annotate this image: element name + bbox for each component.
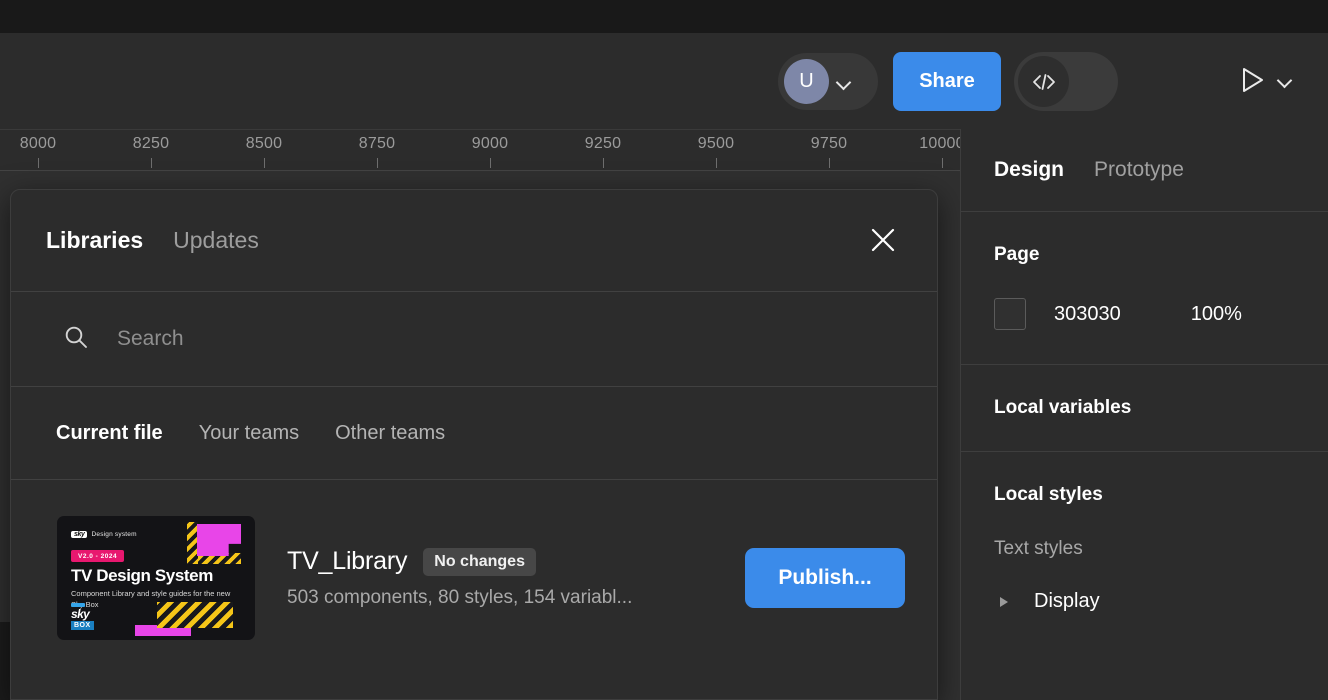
local-styles-section: Local styles Text styles Display xyxy=(961,452,1328,645)
search-icon xyxy=(63,324,89,355)
tab-prototype[interactable]: Prototype xyxy=(1094,158,1184,182)
ruler-tick-label: 9750 xyxy=(810,135,848,152)
tab-other-teams[interactable]: Other teams xyxy=(335,422,445,445)
decor-stripe-block xyxy=(157,602,233,628)
play-triangle-icon[interactable] xyxy=(1240,66,1266,94)
library-name: TV_Library xyxy=(287,547,408,575)
ruler-tick-mark xyxy=(829,158,830,168)
caret-right-icon[interactable] xyxy=(1000,596,1008,607)
share-button[interactable]: Share xyxy=(893,52,1001,111)
horizontal-ruler: 8000 8250 8500 8750 9000 9250 9500 9750 … xyxy=(0,129,965,171)
page-section: Page 303030 100% xyxy=(961,212,1328,365)
code-brackets-icon[interactable] xyxy=(1018,56,1069,107)
ruler-tick-label: 9000 xyxy=(471,135,509,152)
local-styles-title: Local styles xyxy=(994,484,1103,505)
ruler-tick-mark xyxy=(490,158,491,168)
search-input[interactable] xyxy=(117,327,817,351)
text-style-label: Display xyxy=(1034,590,1100,612)
figma-window: 8000 8250 8500 8750 9000 9250 9500 9750 … xyxy=(0,0,1328,700)
ruler-tick-label: 8500 xyxy=(245,135,283,152)
ruler-tick-label: 8750 xyxy=(358,135,396,152)
ruler-tick-mark xyxy=(603,158,604,168)
tab-current-file[interactable]: Current file xyxy=(56,422,163,445)
skybox-brand-sub: BOX xyxy=(71,620,94,630)
decor-stripe-vertical xyxy=(187,522,198,564)
ruler-tick-mark xyxy=(151,158,152,168)
sidebar-tab-list: Design Prototype xyxy=(961,129,1328,211)
sky-logo: sky xyxy=(71,531,88,538)
sidebar-tab-section: Design Prototype xyxy=(961,129,1328,212)
thumbnail-version-badge: V2.0 - 2024 xyxy=(71,550,125,562)
page-background-row[interactable]: 303030 100% xyxy=(994,298,1295,330)
avatar[interactable]: U xyxy=(784,59,829,104)
decor-magenta-shape xyxy=(197,524,241,556)
ruler-tick-mark xyxy=(38,158,39,168)
tab-updates[interactable]: Updates xyxy=(173,227,259,254)
ruler-tick-label: 8000 xyxy=(19,135,57,152)
local-variables-section[interactable]: Local variables xyxy=(961,365,1328,452)
search-bar[interactable] xyxy=(11,292,937,386)
ruler-tick-label: 8250 xyxy=(132,135,170,152)
ruler-tick-label: 9250 xyxy=(584,135,622,152)
thumbnail-artwork: sky Design system V2.0 - 2024 TV Design … xyxy=(57,516,255,640)
top-toolbar xyxy=(0,33,1328,129)
ruler-tick-mark xyxy=(264,158,265,168)
close-icon[interactable] xyxy=(861,218,905,262)
library-info: TV_Library No changes 503 components, 80… xyxy=(287,547,713,609)
right-sidebar: Design Prototype Page 303030 100% Local … xyxy=(960,129,1328,700)
library-name-row: TV_Library No changes xyxy=(287,547,713,576)
tab-libraries[interactable]: Libraries xyxy=(46,227,143,254)
ruler-tick-mark xyxy=(377,158,378,168)
dev-mode-toggle[interactable] xyxy=(1014,52,1118,111)
status-badge: No changes xyxy=(423,547,536,576)
user-avatar-menu[interactable]: U xyxy=(778,53,878,110)
skybox-logo: sky BOX xyxy=(71,602,94,630)
publish-button[interactable]: Publish... xyxy=(745,548,905,608)
thumbnail-title: TV Design System xyxy=(71,566,213,585)
ruler-tick-mark xyxy=(716,158,717,168)
thumbnail-brand-suffix: Design system xyxy=(91,531,137,538)
text-styles-title: Text styles xyxy=(994,538,1083,559)
chevron-down-icon[interactable] xyxy=(837,75,851,89)
tab-your-teams[interactable]: Your teams xyxy=(199,422,299,445)
color-swatch[interactable] xyxy=(994,298,1026,330)
window-title-strip xyxy=(0,0,1328,33)
thumbnail-brand-row: sky Design system xyxy=(71,531,137,538)
text-style-item-display[interactable]: Display xyxy=(994,590,1295,613)
ruler-tick-label: 9500 xyxy=(697,135,735,152)
libraries-modal: Libraries Updates Current file Your t xyxy=(10,189,938,700)
page-section-title: Page xyxy=(994,244,1040,265)
library-description: 503 components, 80 styles, 154 variabl..… xyxy=(287,587,633,608)
library-thumbnail: sky Design system V2.0 - 2024 TV Design … xyxy=(57,516,255,640)
tab-design[interactable]: Design xyxy=(994,158,1064,182)
ruler-tick-label: 10000 xyxy=(919,135,965,152)
modal-tab-list: Libraries Updates xyxy=(46,227,259,254)
skybox-brand: sky xyxy=(71,606,90,621)
present-menu[interactable] xyxy=(1240,55,1315,105)
page-opacity-value[interactable]: 100% xyxy=(1191,303,1242,326)
page-hex-value[interactable]: 303030 xyxy=(1054,303,1121,326)
modal-header: Libraries Updates xyxy=(11,190,937,291)
local-variables-title: Local variables xyxy=(994,397,1132,418)
library-list-item[interactable]: sky Design system V2.0 - 2024 TV Design … xyxy=(11,480,937,640)
library-scope-tabs: Current file Your teams Other teams xyxy=(11,387,937,479)
chevron-down-icon[interactable] xyxy=(1278,73,1292,87)
ruler-tick-mark xyxy=(942,158,943,168)
